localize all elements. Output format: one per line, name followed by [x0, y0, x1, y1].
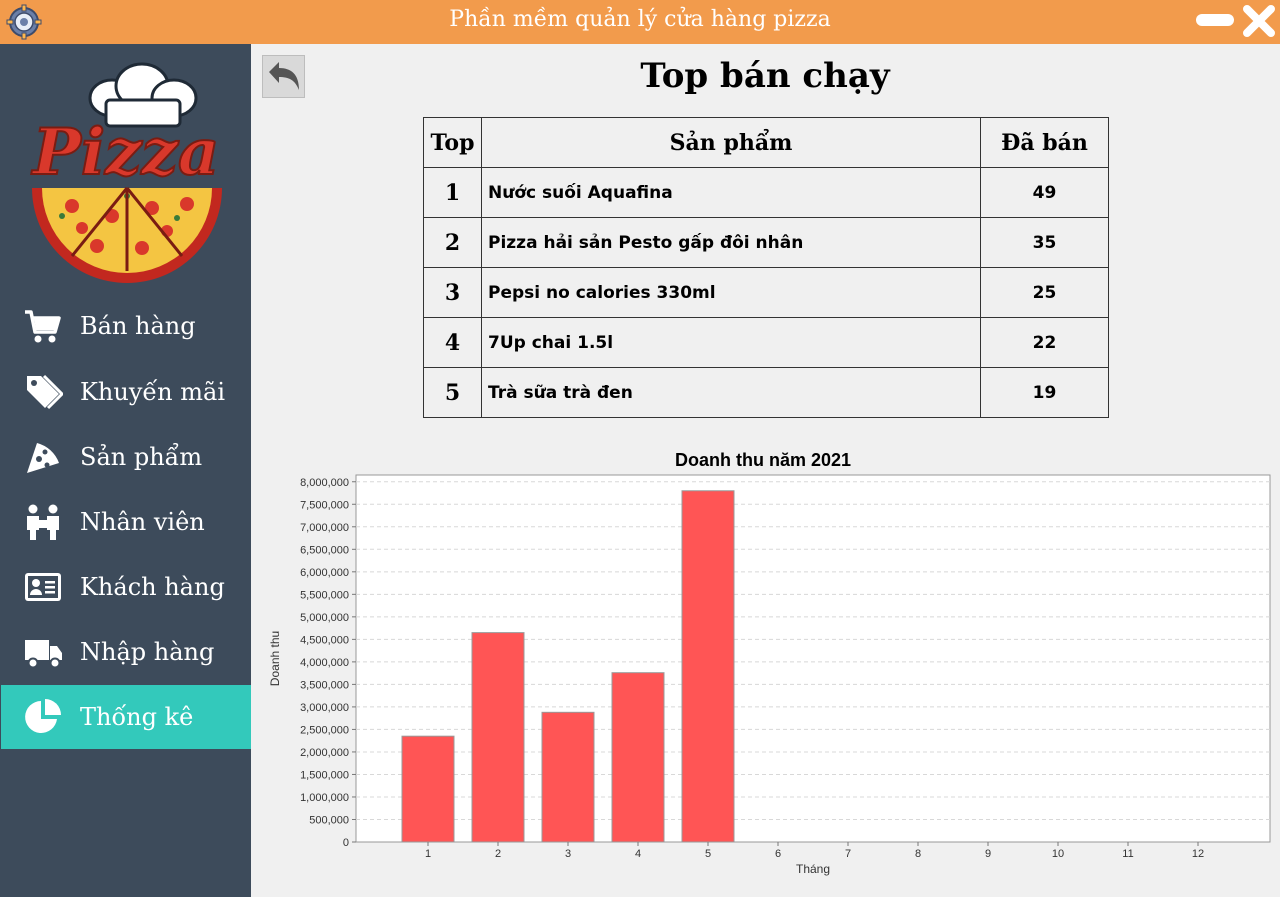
y-tick-label: 1,500,000	[300, 769, 349, 781]
column-header-product: Sản phẩm	[481, 117, 981, 168]
y-tick-label: 5,500,000	[300, 589, 349, 601]
pizza-slice-icon	[27, 443, 59, 473]
table-row[interactable]: 4 7Up chai 1.5l 22	[423, 317, 1109, 368]
sidebar-item-label: Khách hàng	[80, 573, 225, 601]
sold-cell: 25	[980, 267, 1109, 318]
y-tick-label: 1,000,000	[300, 792, 349, 804]
sold-cell: 22	[980, 317, 1109, 368]
table-row[interactable]: 5 Trà sữa trà đen 19	[423, 367, 1109, 418]
sold-cell: 35	[980, 217, 1109, 268]
sidebar-item-khach-hang[interactable]: Khách hàng	[1, 555, 251, 619]
sidebar-item-san-pham[interactable]: Sản phẩm	[1, 425, 251, 489]
x-tick-label: 6	[775, 848, 781, 860]
y-tick-label: 5,000,000	[300, 612, 349, 624]
sidebar-item-khuyen-mai[interactable]: Khuyến mãi	[1, 360, 251, 424]
x-tick-label: 4	[635, 848, 641, 860]
revenue-chart: Doanh thu năm 2021 0 500,000 1,000,000 1,500…	[262, 444, 1272, 890]
sidebar-item-label: Nhân viên	[80, 508, 205, 536]
sold-cell: 19	[980, 367, 1109, 418]
table-header-row: Top Sản phẩm Đã bán	[423, 117, 1109, 168]
sidebar-item-label: Khuyến mãi	[80, 378, 225, 406]
product-cell: Pepsi no calories 330ml	[481, 267, 981, 318]
rank-cell: 2	[423, 217, 482, 268]
bar	[541, 711, 595, 843]
sidebar: Pizza Bán hàng Khuyến mãi Sản phẩm Nhân …	[0, 44, 251, 897]
y-tick-label: 500,000	[309, 814, 349, 826]
y-tick-label: 6,500,000	[300, 544, 349, 556]
window-title: Phần mềm quản lý cửa hàng pizza	[449, 7, 831, 32]
revenue-chart-svg: Doanh thu năm 2021 0 500,000 1,000,000 1,500…	[268, 450, 1271, 876]
sold-cell: 49	[980, 167, 1109, 218]
rank-cell: 4	[423, 317, 482, 368]
column-header-sold: Đã bán	[980, 117, 1109, 168]
pie-chart-icon	[25, 699, 61, 733]
sidebar-item-thong-ke[interactable]: Thống kê	[1, 685, 251, 749]
cart-icon	[25, 310, 61, 343]
x-tick-label: 3	[565, 848, 571, 860]
table-row[interactable]: 2 Pizza hải sản Pesto gấp đôi nhân 35	[423, 217, 1109, 268]
page-title: Top bán chạy	[640, 56, 890, 96]
id-card-icon	[25, 573, 61, 601]
y-tick-label: 7,000,000	[300, 522, 349, 534]
y-tick-label: 4,000,000	[300, 657, 349, 669]
sidebar-item-nhap-hang[interactable]: Nhập hàng	[1, 620, 251, 684]
x-tick-label: 11	[1122, 848, 1133, 860]
column-header-top: Top	[423, 117, 482, 168]
sidebar-item-label: Nhập hàng	[80, 638, 215, 666]
truck-icon	[25, 640, 62, 669]
x-tick-label: 2	[495, 848, 501, 860]
x-axis-label: Tháng	[796, 862, 830, 876]
y-tick-label: 8,000,000	[300, 477, 349, 489]
pizza-logo: Pizza	[30, 62, 222, 283]
product-cell: Nước suối Aquafina	[481, 167, 981, 218]
x-tick-label: 9	[985, 848, 991, 860]
table-row[interactable]: 1 Nước suối Aquafina 49	[423, 167, 1109, 218]
product-cell: Trà sữa trà đen	[481, 367, 981, 418]
y-tick-label: 2,500,000	[300, 724, 349, 736]
bar	[681, 490, 735, 843]
sidebar-item-nhan-vien[interactable]: Nhân viên	[1, 490, 251, 554]
staff-icon	[27, 504, 59, 540]
bar	[471, 632, 525, 843]
sidebar-item-label: Sản phẩm	[80, 443, 203, 471]
rank-cell: 5	[423, 367, 482, 418]
x-tick-label: 5	[705, 848, 711, 860]
bar	[611, 672, 665, 843]
y-tick-label: 7,500,000	[300, 499, 349, 511]
y-tick-label: 3,500,000	[300, 679, 349, 691]
y-tick-label: 2,000,000	[300, 747, 349, 759]
back-arrow-icon	[269, 62, 299, 90]
y-tick-label: 4,500,000	[300, 634, 349, 646]
y-tick-label: 0	[343, 837, 349, 849]
rank-cell: 3	[423, 267, 482, 318]
back-button[interactable]	[262, 55, 305, 98]
chart-title: Doanh thu năm 2021	[675, 450, 851, 470]
close-icon[interactable]	[1242, 4, 1276, 38]
x-tick-label: 10	[1052, 848, 1064, 860]
sidebar-item-label: Bán hàng	[80, 312, 196, 340]
x-tick-label: 1	[425, 848, 431, 860]
sidebar-item-ban-hang[interactable]: Bán hàng	[1, 294, 251, 358]
y-tick-label: 6,000,000	[300, 567, 349, 579]
top-selling-table: Top Sản phẩm Đã bán 1 Nước suối Aquafina…	[423, 117, 1109, 418]
tags-icon	[27, 374, 63, 410]
x-tick-label: 8	[915, 848, 921, 860]
table-row[interactable]: 3 Pepsi no calories 330ml 25	[423, 267, 1109, 318]
logo-text: Pizza	[31, 115, 220, 190]
product-cell: 7Up chai 1.5l	[481, 317, 981, 368]
y-tick-label: 3,000,000	[300, 702, 349, 714]
bar	[401, 735, 455, 843]
title-bar: Phần mềm quản lý cửa hàng pizza	[0, 0, 1280, 44]
x-tick-label: 7	[845, 848, 851, 860]
rank-cell: 1	[423, 167, 482, 218]
sidebar-item-label: Thống kê	[80, 703, 194, 731]
y-axis-label: Doanh thu	[268, 631, 282, 686]
x-tick-label: 12	[1192, 848, 1204, 860]
product-cell: Pizza hải sản Pesto gấp đôi nhân	[481, 217, 981, 268]
minimize-icon[interactable]	[1196, 14, 1234, 26]
